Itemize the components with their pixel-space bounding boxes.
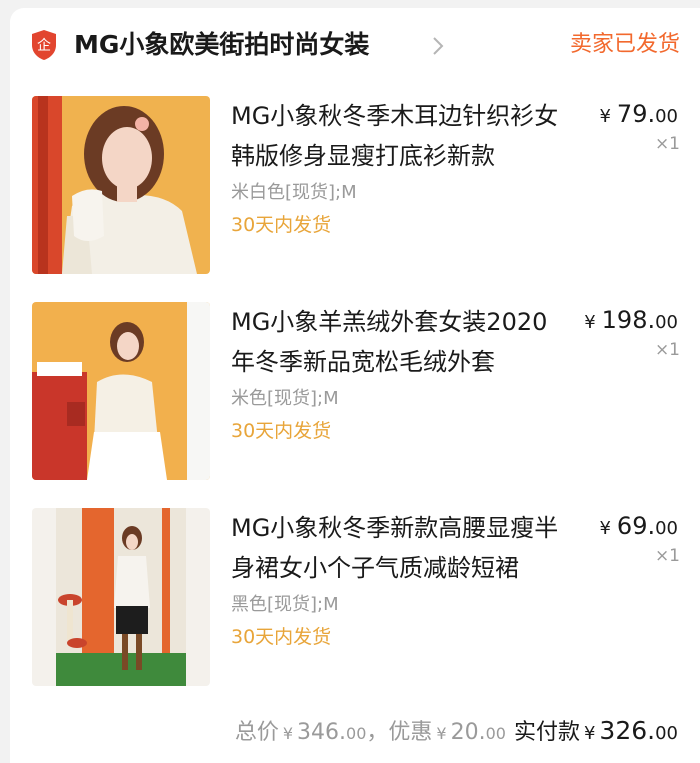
product-image[interactable] — [32, 302, 210, 480]
total-label: 总价 — [234, 720, 279, 745]
item-price: ¥79.00 — [599, 100, 678, 128]
item-sku: 米色[现货];M — [231, 388, 339, 409]
item-price: ¥198.00 — [584, 306, 678, 334]
paid-amount: ¥326.00 — [583, 716, 678, 745]
total-amount: 346. — [297, 720, 347, 745]
item-shipping-time: 30天内发货 — [231, 214, 332, 236]
order-card: 企 MG小象欧美街拍时尚女装 卖家已发货 MG小象秋冬季木耳边针织衫女韩版修身显… — [10, 8, 700, 763]
order-item[interactable]: MG小象秋冬季新款高腰显瘦半身裙女小个子气质减龄短裙 ¥69.00 ×1 黑色[… — [10, 508, 700, 698]
order-item[interactable]: MG小象羊羔绒外套女装2020年冬季新品宽松毛绒外套 ¥198.00 ×1 米色… — [10, 302, 700, 492]
enterprise-shield-icon: 企 — [32, 30, 56, 60]
item-sku: 米白色[现货];M — [231, 182, 357, 203]
shop-name[interactable]: MG小象欧美街拍时尚女装 — [74, 28, 369, 62]
discount-label: 优惠 — [388, 720, 433, 745]
order-item[interactable]: MG小象秋冬季木耳边针织衫女韩版修身显瘦打底衫新款 ¥79.00 ×1 米白色[… — [10, 96, 700, 286]
item-quantity: ×1 — [654, 134, 680, 154]
shop-header[interactable]: 企 MG小象欧美街拍时尚女装 卖家已发货 — [10, 8, 700, 86]
order-status: 卖家已发货 — [569, 32, 680, 57]
item-title[interactable]: MG小象羊羔绒外套女装2020年冬季新品宽松毛绒外套 — [231, 302, 571, 382]
paid-label: 实付款 — [513, 720, 580, 745]
item-shipping-time: 30天内发货 — [231, 420, 332, 442]
product-image[interactable] — [32, 508, 210, 686]
discount-amount: 20. — [450, 720, 486, 745]
svg-text:企: 企 — [37, 37, 51, 54]
item-shipping-time: 30天内发货 — [231, 626, 332, 648]
item-quantity: ×1 — [654, 340, 680, 360]
product-image[interactable] — [32, 96, 210, 274]
item-title[interactable]: MG小象秋冬季木耳边针织衫女韩版修身显瘦打底衫新款 — [231, 96, 571, 176]
item-sku: 黑色[现货];M — [231, 594, 339, 615]
item-price: ¥69.00 — [599, 512, 678, 540]
item-quantity: ×1 — [654, 546, 680, 566]
order-summary: 总价 ¥346.00，优惠 ¥20.00 实付款 ¥326.00 — [234, 716, 678, 745]
item-title[interactable]: MG小象秋冬季新款高腰显瘦半身裙女小个子气质减龄短裙 — [231, 508, 571, 588]
chevron-right-icon[interactable] — [432, 36, 444, 56]
